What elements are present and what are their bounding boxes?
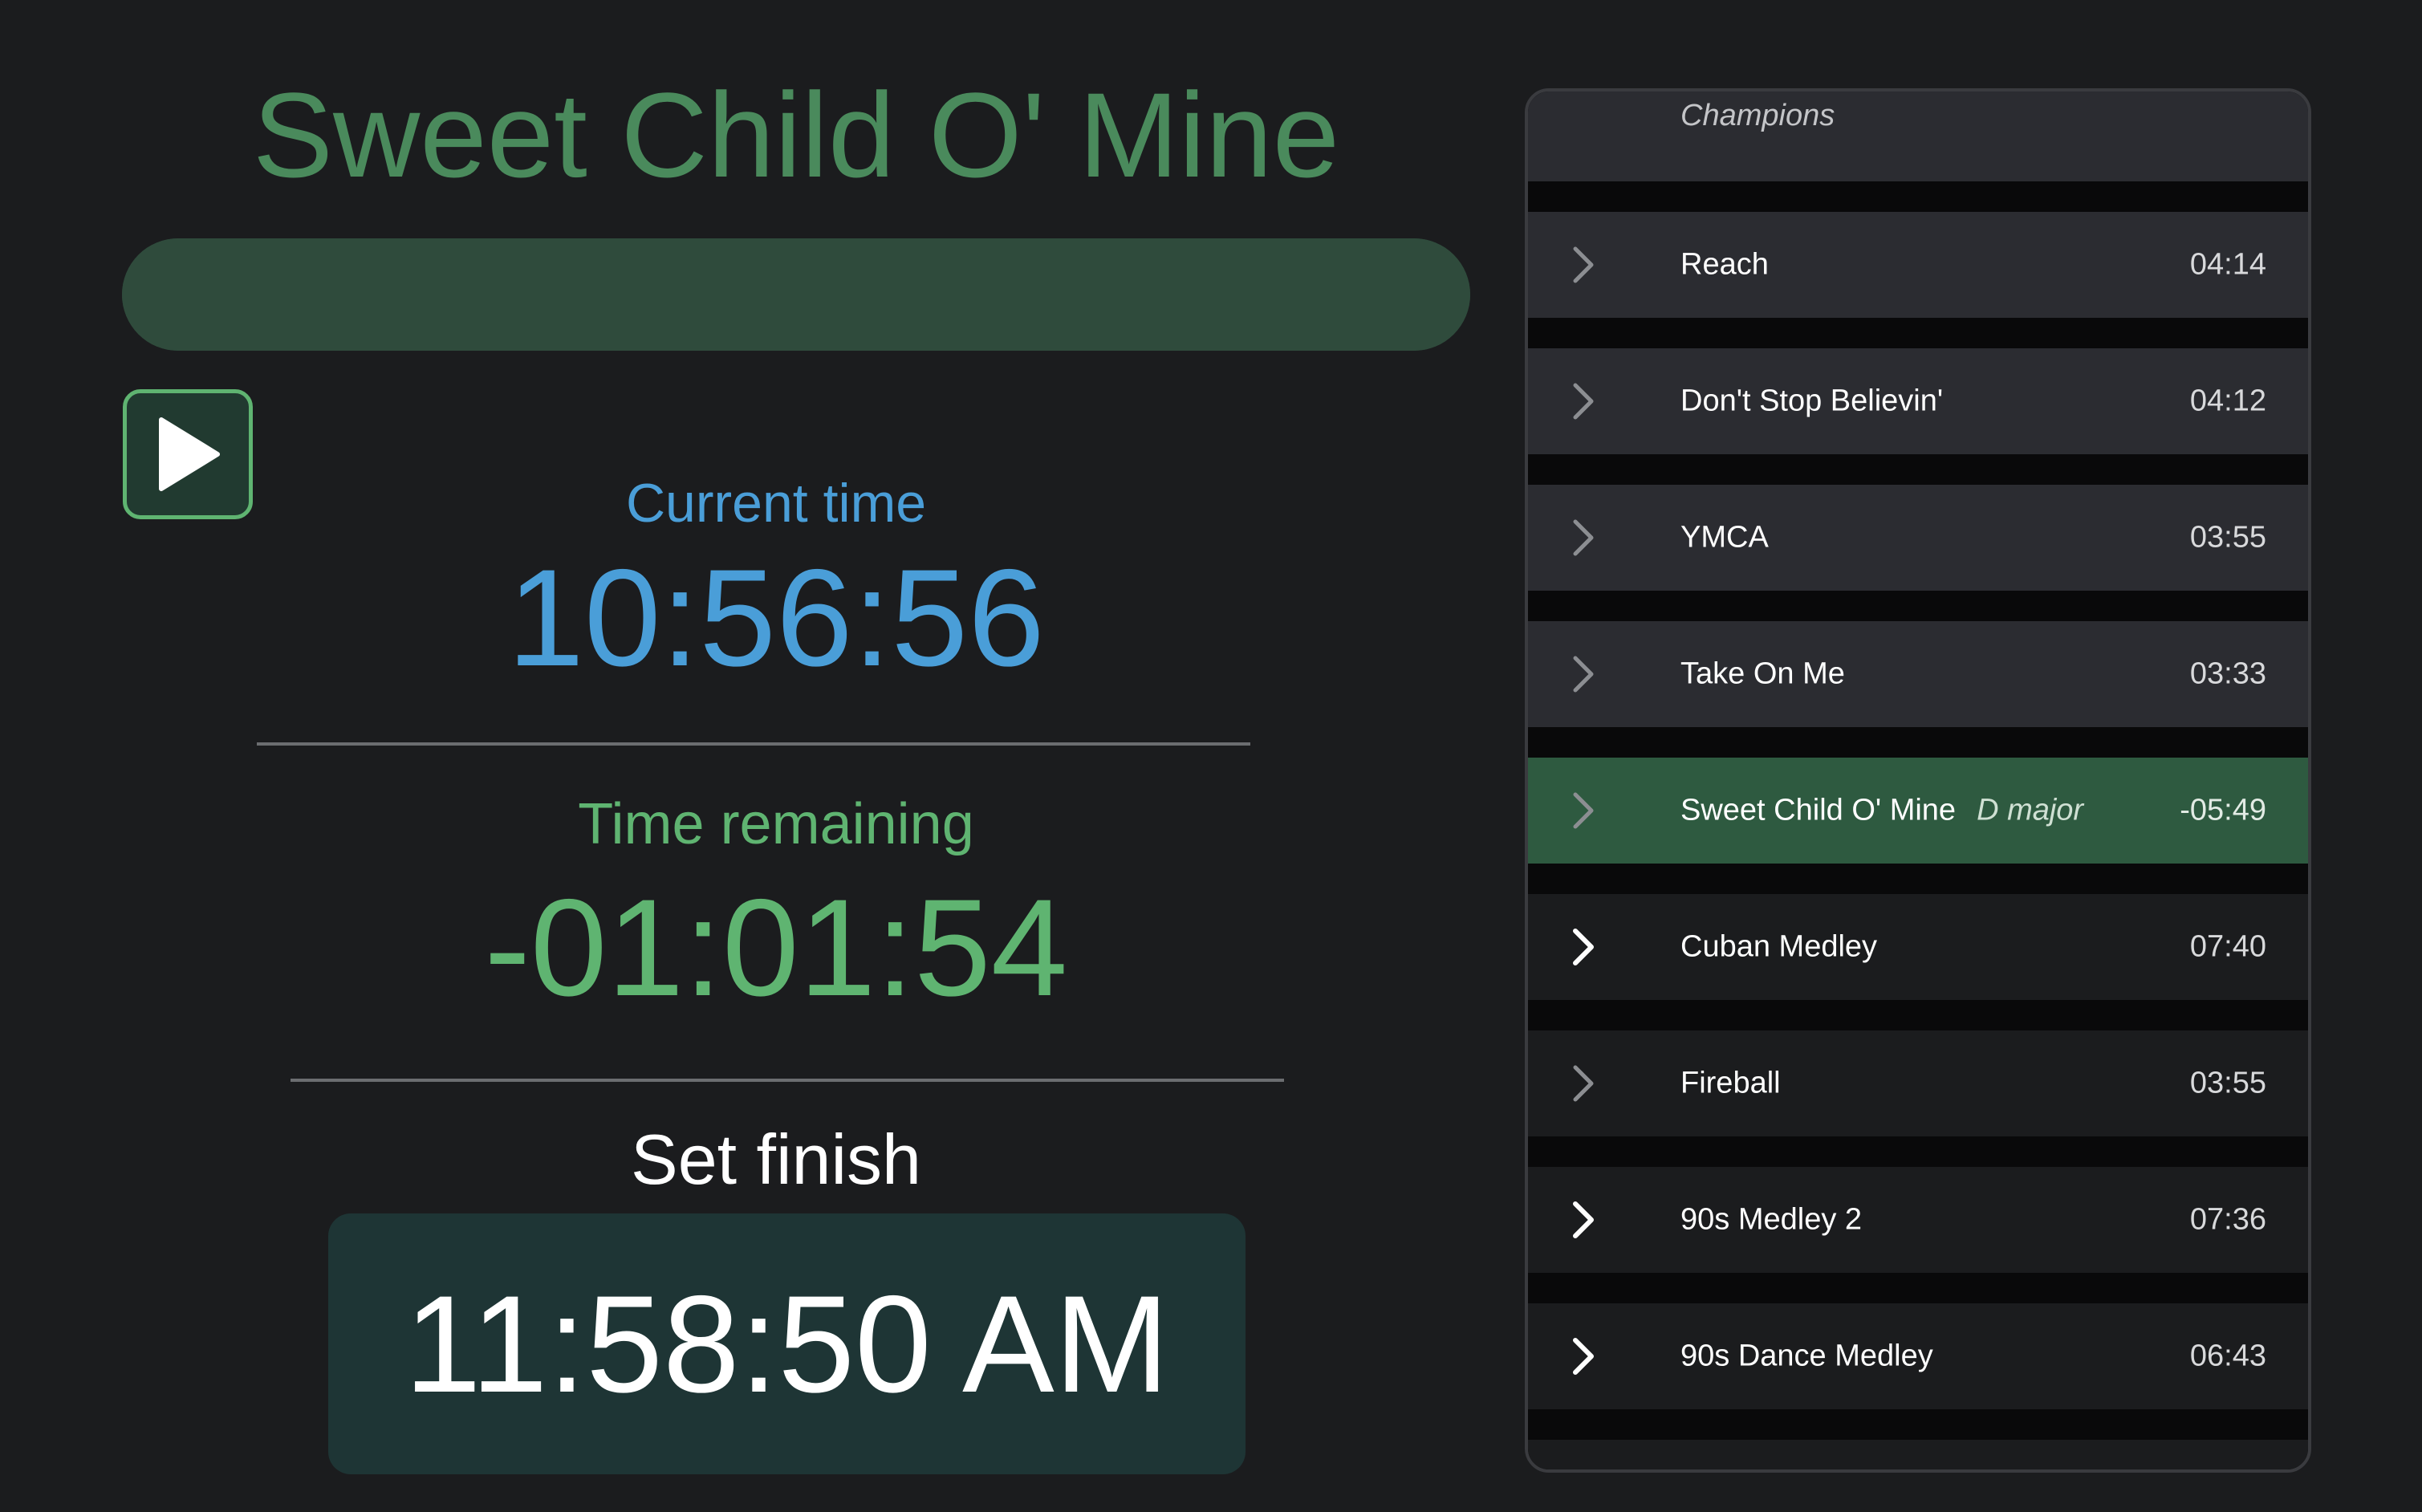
- set-finish-time-value: 11:58:50 AM: [404, 1266, 1170, 1421]
- chevron-right-icon[interactable]: [1570, 1199, 1597, 1241]
- setlist-item-title: 90s Medley 2: [1680, 1203, 1862, 1238]
- song-name: Don't Stop Believin': [1680, 384, 1944, 418]
- current-time-label: Current time: [625, 473, 927, 534]
- chevron-right-icon[interactable]: [1570, 926, 1597, 968]
- chevron-right-icon[interactable]: [1570, 1472, 1597, 1473]
- song-name: Champions: [1680, 99, 1835, 132]
- song-name: 90s Dance Medley: [1680, 1339, 1933, 1373]
- setlist-row[interactable]: Don't Stop Believin' 04:12: [1528, 348, 2308, 454]
- setlist-row[interactable]: Champions: [1528, 91, 2308, 181]
- song-name: Sweet Child O' Mine: [1680, 793, 1957, 827]
- setlist-item-title: Sweet Child O' Mine D major: [1680, 794, 2083, 828]
- setlist-panel[interactable]: Champions Reach 04:14 Don't Stop Believin' 0…: [1525, 88, 2311, 1473]
- song-key: D major: [1977, 793, 2084, 827]
- chevron-right-icon[interactable]: [1570, 1335, 1597, 1377]
- setlist-row[interactable]: Reach 04:14: [1528, 212, 2308, 318]
- chevron-right-icon[interactable]: [1570, 517, 1597, 559]
- setlist-row[interactable]: Vocal Clubland Medley08:51: [1528, 1440, 2308, 1473]
- song-duration: 03:55: [2189, 1066, 2266, 1100]
- current-time-value: 10:56:56: [507, 541, 1045, 695]
- song-progress-bar[interactable]: [122, 238, 1470, 351]
- setlist-row[interactable]: YMCA 03:55: [1528, 485, 2308, 591]
- song-duration: 03:55: [2189, 520, 2266, 555]
- setlist-item-title: Take On Me: [1680, 657, 1845, 692]
- setlist-row-current[interactable]: Sweet Child O' Mine D major -05:49: [1528, 758, 2308, 864]
- song-duration: 07:36: [2189, 1202, 2266, 1237]
- set-finish-time-field[interactable]: 11:58:50 AM: [328, 1213, 1246, 1474]
- setlist-row[interactable]: Take On Me 03:33: [1528, 621, 2308, 727]
- chevron-right-icon[interactable]: [1570, 380, 1597, 422]
- setlist-row[interactable]: Cuban Medley 07:40: [1528, 894, 2308, 1000]
- song-name: YMCA: [1680, 520, 1769, 555]
- setlist-item-title: Fireball: [1680, 1067, 1781, 1101]
- song-name: Cuban Medley: [1680, 929, 1878, 964]
- song-duration: 03:33: [2189, 656, 2266, 691]
- set-finish-label: Set finish: [631, 1120, 921, 1199]
- song-name: Take On Me: [1680, 656, 1845, 691]
- setlist-row[interactable]: 90s Medley 2 07:36: [1528, 1167, 2308, 1273]
- song-duration: 04:12: [2189, 384, 2266, 418]
- song-duration: 04:14: [2189, 247, 2266, 282]
- song-name: Fireball: [1680, 1066, 1781, 1100]
- setlist-row[interactable]: Fireball 03:55: [1528, 1030, 2308, 1136]
- song-progress-fill: [122, 238, 1470, 351]
- song-duration: -05:49: [2180, 793, 2266, 827]
- song-duration: 06:43: [2189, 1339, 2266, 1373]
- setlist-row[interactable]: 90s Dance Medley 06:43: [1528, 1303, 2308, 1409]
- time-remaining-label: Time remaining: [578, 792, 974, 856]
- chevron-right-icon[interactable]: [1570, 244, 1597, 286]
- divider: [257, 742, 1250, 746]
- song-duration: 07:40: [2189, 929, 2266, 964]
- setlist-item-title: 90s Dance Medley: [1680, 1339, 1933, 1374]
- time-remaining-value: -01:01:54: [484, 871, 1068, 1025]
- chevron-right-icon[interactable]: [1570, 790, 1597, 831]
- setlist-item-title: Don't Stop Believin': [1680, 384, 1943, 419]
- chevron-right-icon[interactable]: [1570, 653, 1597, 695]
- song-name: Reach: [1680, 247, 1769, 282]
- setlist-item-title: YMCA: [1680, 521, 1769, 555]
- setlist-item-title: Champions: [1680, 99, 1835, 133]
- chevron-right-icon[interactable]: [1570, 1063, 1597, 1104]
- song-name: 90s Medley 2: [1680, 1202, 1863, 1237]
- app-screen: Sweet Child O' Mine Current time 10:56:5…: [0, 0, 2422, 1512]
- now-playing-title: Sweet Child O' Mine: [252, 67, 1340, 202]
- divider: [291, 1079, 1284, 1082]
- setlist-item-title: Cuban Medley: [1680, 930, 1877, 965]
- setlist-list: Champions Reach 04:14 Don't Stop Believin' 0…: [1528, 91, 2308, 1473]
- setlist-item-title: Reach: [1680, 248, 1769, 282]
